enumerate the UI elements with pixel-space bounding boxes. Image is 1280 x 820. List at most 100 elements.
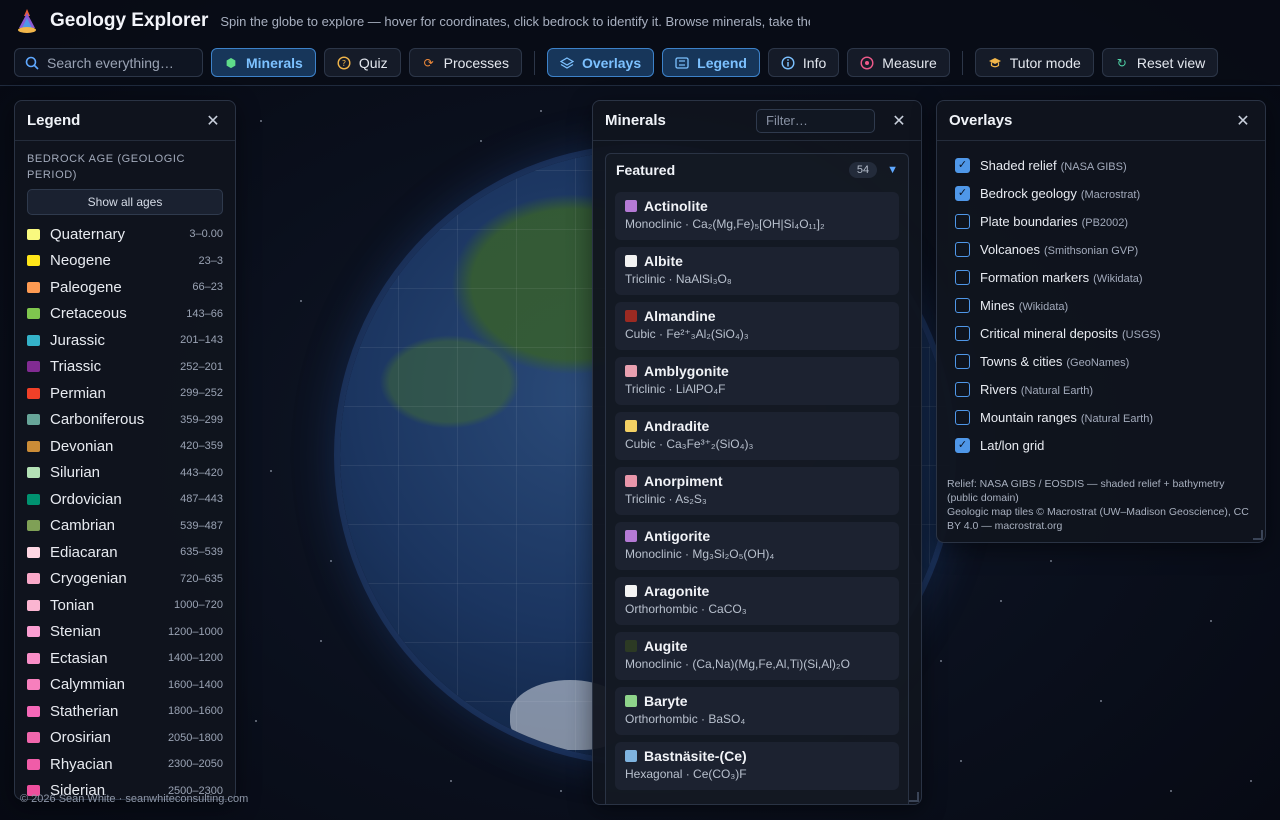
overlay-toggle[interactable]: Critical mineral deposits (USGS) (955, 319, 1247, 347)
mineral-card[interactable]: Almandine Cubic · Fe²⁺₃Al₂(SiO₄)₃ (615, 302, 899, 350)
close-icon[interactable]: ✕ (203, 111, 223, 131)
mineral-formula: Triclinic · As₂S₃ (625, 492, 707, 506)
age-swatch (27, 546, 40, 558)
measure-button[interactable]: Measure (847, 48, 950, 77)
legend-row[interactable]: Ediacaran 635–539 (27, 539, 223, 566)
overlay-toggle[interactable]: Bedrock geology(Macrostrat) (955, 179, 1247, 207)
legend-row[interactable]: Quaternary 3–0.00 (27, 221, 223, 248)
overlay-toggle[interactable]: Mines (Wikidata) (955, 291, 1247, 319)
mineral-card[interactable]: Anorpiment Triclinic · As₂S₃ (615, 467, 899, 515)
mineral-formula: Monoclinic · Mg₃Si₂O₅(OH)₄ (625, 547, 775, 561)
close-icon[interactable]: ✕ (889, 111, 909, 131)
age-name: Stenian (50, 623, 101, 641)
chevron-down-icon[interactable]: ▼ (887, 164, 898, 176)
overlay-list: Shaded relief(NASA GIBS)Bedrock geology(… (937, 141, 1265, 459)
legend-row[interactable]: Stenian 1200–1000 (27, 619, 223, 646)
mineral-name: Augite (644, 638, 688, 654)
overlay-toggle[interactable]: Volcanoes (Smithsonian GVP) (955, 235, 1247, 263)
featured-group-header[interactable]: Featured 54 ▼ (606, 154, 908, 186)
age-swatch (27, 573, 40, 585)
overlay-toggle[interactable]: Plate boundaries (PB2002) (955, 207, 1247, 235)
legend-row[interactable]: Neogene 23–3 (27, 248, 223, 275)
legend-row[interactable]: Ordovician 487–443 (27, 486, 223, 513)
overlay-toggle[interactable]: Towns & cities (GeoNames) (955, 347, 1247, 375)
overlay-source: (Macrostrat) (1080, 188, 1141, 201)
overlay-toggle[interactable]: Shaded relief(NASA GIBS) (955, 151, 1247, 179)
overlay-source: (NASA GIBS) (1060, 160, 1127, 173)
mineral-color-swatch (625, 365, 637, 377)
resize-handle[interactable] (1253, 530, 1263, 540)
legend-button[interactable]: Legend (662, 48, 760, 77)
age-swatch (27, 308, 40, 320)
checkbox[interactable] (955, 437, 970, 453)
checkbox[interactable] (955, 297, 970, 313)
checkbox[interactable] (955, 269, 970, 285)
legend-row[interactable]: Devonian 420–359 (27, 433, 223, 460)
checkbox[interactable] (955, 353, 970, 369)
mineral-card[interactable]: Aragonite Orthorhombic · CaCO₃ (615, 577, 899, 625)
age-name: Cretaceous (50, 305, 127, 323)
age-range: 1200–1000 (167, 625, 223, 638)
mineral-card[interactable]: Amblygonite Triclinic · LiAlPO₄F (615, 357, 899, 405)
mineral-card[interactable]: Baryte Orthorhombic · BaSO₄ (615, 687, 899, 735)
legend-row[interactable]: Orosirian 2050–1800 (27, 725, 223, 752)
checkbox[interactable] (955, 185, 970, 201)
mineral-card[interactable]: Bastnäsite-(Ce) Hexagonal · Ce(CO₃)F (615, 742, 899, 790)
mineral-name: Amblygonite (644, 363, 729, 379)
checkbox[interactable] (955, 157, 970, 173)
info-button[interactable]: Info (767, 48, 840, 77)
search-input[interactable] (47, 54, 187, 71)
legend-row[interactable]: Rhyacian 2300–2050 (27, 751, 223, 778)
age-swatch (27, 493, 40, 505)
quiz-button[interactable]: ? Quiz (323, 48, 401, 77)
legend-row[interactable]: Silurian 443–420 (27, 460, 223, 487)
checkbox[interactable] (955, 409, 970, 425)
resize-handle[interactable] (909, 792, 919, 802)
mineral-card[interactable]: Antigorite Monoclinic · Mg₃Si₂O₅(OH)₄ (615, 522, 899, 570)
reset-view-button[interactable]: ↻ Reset view (1101, 48, 1219, 77)
overlay-name: Towns & cities (980, 353, 1063, 369)
mineral-card[interactable]: Augite Monoclinic · (Ca,Na)(Mg,Fe,Al,Ti)(… (615, 632, 899, 680)
legend-row[interactable]: Cryogenian 720–635 (27, 566, 223, 593)
close-icon[interactable]: ✕ (1233, 111, 1253, 131)
legend-row[interactable]: Ectasian 1400–1200 (27, 645, 223, 672)
legend-row[interactable]: Cretaceous 143–66 (27, 301, 223, 328)
minerals-button[interactable]: ⬢ Minerals (211, 48, 316, 77)
attribution: Relief: NASA GIBS / EOSDIS — shaded reli… (937, 459, 1265, 533)
overlays-button[interactable]: Overlays (546, 48, 655, 77)
checkbox[interactable] (955, 325, 970, 341)
show-all-ages-button[interactable]: Show all ages (27, 189, 223, 215)
overlay-toggle[interactable]: Mountain ranges (Natural Earth) (955, 403, 1247, 431)
overlay-toggle[interactable]: Formation markers (Wikidata) (955, 263, 1247, 291)
mineral-card[interactable]: Actinolite Monoclinic · Ca₂(Mg,Fe)₅[OH|Si… (615, 192, 899, 240)
legend-row[interactable]: Triassic 252–201 (27, 354, 223, 381)
overlay-toggle[interactable]: Rivers (Natural Earth) (955, 375, 1247, 403)
global-search[interactable] (14, 48, 203, 77)
legend-row[interactable]: Carboniferous 359–299 (27, 407, 223, 434)
legend-row[interactable]: Permian 299–252 (27, 380, 223, 407)
mineral-filter-input[interactable] (756, 108, 875, 133)
legend-list: Quaternary 3–0.00 Neogene 23–3 Paleogene 66–2… (15, 221, 235, 799)
legend-row[interactable]: Paleogene 66–23 (27, 274, 223, 301)
mineral-name: Baryte (644, 693, 688, 709)
processes-button[interactable]: ⟳ Processes (408, 48, 522, 77)
overlay-toggle[interactable]: Lat/lon grid (955, 431, 1247, 459)
mineral-card[interactable]: Albite Triclinic · NaAlSi₃O₈ (615, 247, 899, 295)
overlay-name: Mines (980, 297, 1015, 313)
age-name: Orosirian (50, 729, 111, 747)
age-range: 2050–1800 (167, 731, 223, 744)
age-swatch (27, 361, 40, 373)
checkbox[interactable] (955, 241, 970, 257)
tutor-mode-button[interactable]: Tutor mode (974, 48, 1094, 77)
legend-row[interactable]: Cambrian 539–487 (27, 513, 223, 540)
legend-row[interactable]: Jurassic 201–143 (27, 327, 223, 354)
legend-section-heading: BEDROCK AGE (GEOLOGIC PERIOD) (27, 153, 186, 181)
legend-row[interactable]: Tonian 1000–720 (27, 592, 223, 619)
legend-row[interactable]: Statherian 1800–1600 (27, 698, 223, 725)
checkbox[interactable] (955, 213, 970, 229)
svg-text:?: ? (342, 59, 346, 68)
checkbox[interactable] (955, 381, 970, 397)
mineral-card[interactable]: Andradite Cubic · Ca₃Fe³⁺₂(SiO₄)₃ (615, 412, 899, 460)
mineral-name: Anorpiment (644, 473, 723, 489)
legend-row[interactable]: Calymmian 1600–1400 (27, 672, 223, 699)
